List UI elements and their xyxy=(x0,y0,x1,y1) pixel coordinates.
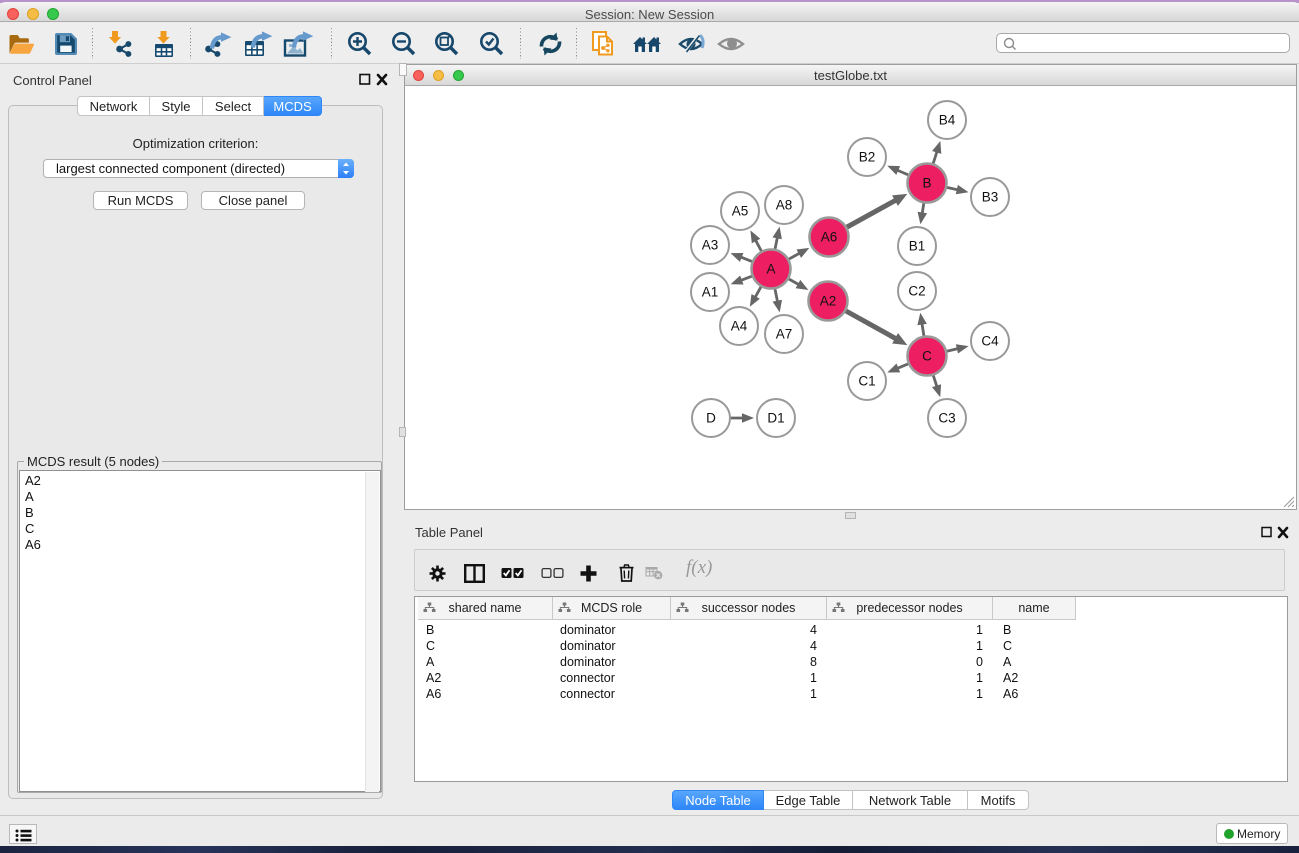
svg-text:C1: C1 xyxy=(858,374,875,389)
svg-text:C4: C4 xyxy=(981,334,999,349)
svg-text:A1: A1 xyxy=(702,285,719,300)
svg-text:B2: B2 xyxy=(859,150,876,165)
svg-text:A7: A7 xyxy=(776,327,793,342)
svg-text:A8: A8 xyxy=(776,198,793,213)
svg-text:D: D xyxy=(706,411,716,426)
svg-text:A5: A5 xyxy=(732,204,749,219)
svg-text:A3: A3 xyxy=(702,238,719,253)
svg-text:B3: B3 xyxy=(982,190,999,205)
svg-text:A2: A2 xyxy=(820,294,837,309)
svg-text:C3: C3 xyxy=(938,411,955,426)
svg-text:D1: D1 xyxy=(767,411,784,426)
svg-text:A: A xyxy=(766,262,775,277)
svg-text:A6: A6 xyxy=(821,230,838,245)
svg-text:C: C xyxy=(922,349,932,364)
svg-text:A4: A4 xyxy=(731,319,748,334)
svg-text:B: B xyxy=(922,176,931,191)
svg-text:C2: C2 xyxy=(908,284,925,299)
svg-text:B1: B1 xyxy=(909,239,926,254)
svg-text:B4: B4 xyxy=(939,113,956,128)
